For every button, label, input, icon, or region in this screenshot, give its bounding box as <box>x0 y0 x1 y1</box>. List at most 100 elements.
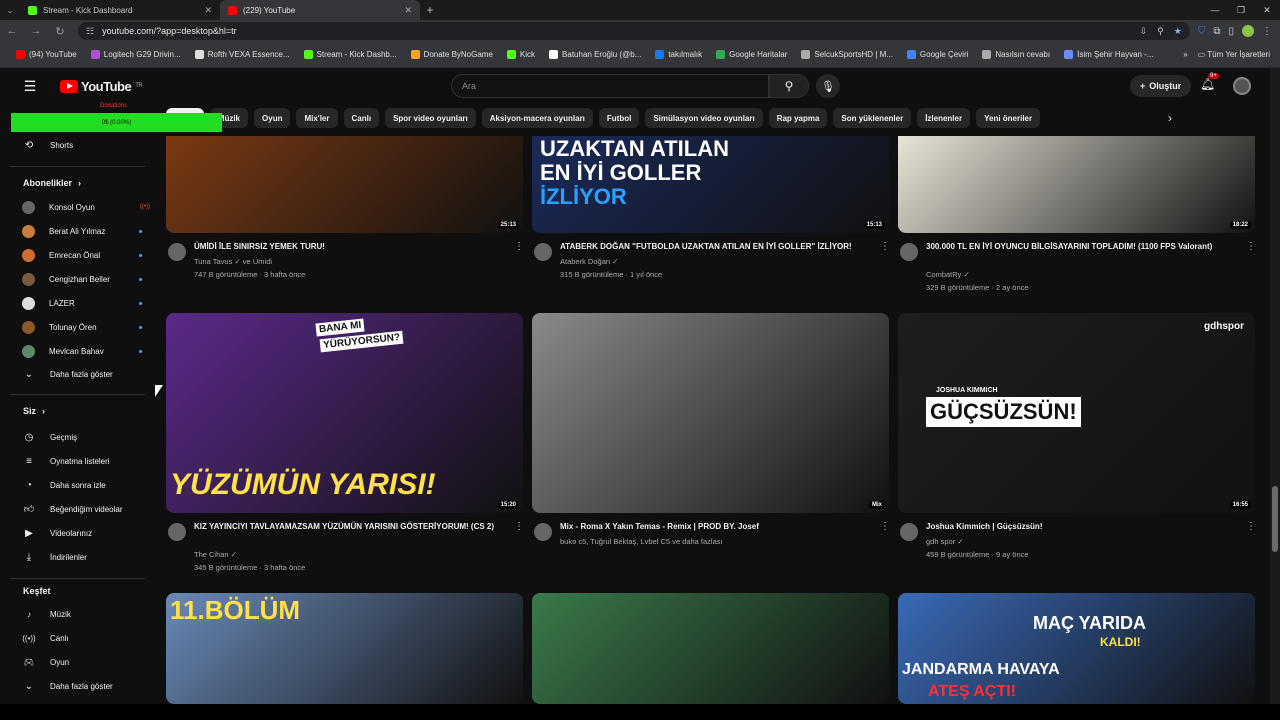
youtube-logo[interactable]: YouTube TR <box>60 79 143 94</box>
all-bookmarks-button[interactable]: ▭ Tüm Yer İşaretleri <box>1198 50 1270 59</box>
sidebar-item-explore[interactable]: ♪ Müzik <box>22 607 142 621</box>
bookmark-item[interactable]: (94) YouTube <box>16 50 77 59</box>
channel-avatar[interactable] <box>900 523 918 541</box>
filter-chip[interactable]: Spor video oyunları <box>385 108 476 128</box>
site-info-icon[interactable]: ☷ <box>86 26 94 37</box>
video-more-options-icon[interactable]: ⋮ <box>880 521 890 532</box>
subscriptions-heading[interactable]: Abonelikler › <box>23 178 81 188</box>
sidebar-item-shorts[interactable]: ⟲ Shorts <box>22 138 142 152</box>
bookmark-item[interactable]: Donate ByNoGame <box>410 50 493 59</box>
create-button[interactable]: + Oluştur <box>1130 75 1192 97</box>
sidebar-subscription-item[interactable]: Cengizhan Beller <box>22 272 142 286</box>
microphone-icon[interactable]: 🎙︎ <box>816 74 840 98</box>
show-more-subscriptions[interactable]: ⌄ Daha fazla göster <box>22 367 142 381</box>
bookmark-item[interactable]: Google Haritalar <box>716 50 787 59</box>
channel-name[interactable]: Ataberk Doğan ✓ <box>560 255 870 268</box>
video-thumbnail[interactable]: Mix <box>532 313 889 513</box>
zoom-icon[interactable]: ⚲ <box>1157 26 1164 37</box>
sidebar-subscription-item[interactable]: Tolunay Ören <box>22 320 142 334</box>
filter-chip[interactable]: Oyun <box>254 108 291 128</box>
video-title[interactable]: ÜMİDİ İLE SINIRSIZ YEMEK TURU! <box>194 241 504 253</box>
bookmark-item[interactable]: Kick <box>506 50 535 59</box>
video-title[interactable]: KIZ YAYINCIYI TAVLAYAMAZSAM YÜZÜMÜN YARI… <box>194 521 504 533</box>
filter-chip[interactable]: Futbol <box>598 108 640 128</box>
filter-chip[interactable]: Mix'ler <box>296 108 338 128</box>
filter-chip[interactable]: Aksiyon-macera oyunları <box>481 108 593 128</box>
menu-kebab-icon[interactable]: ⋮ <box>1262 26 1272 37</box>
filter-chip[interactable]: Son yüklenenler <box>833 108 912 128</box>
channel-name[interactable]: The Cihan ✓ <box>194 548 504 561</box>
page-scrollbar[interactable] <box>1270 68 1280 704</box>
sidebar-subscription-item[interactable]: Berat Ali Yılmaz <box>22 224 142 238</box>
sidebar-item-you[interactable]: ◔ Daha sonra izle <box>22 478 142 492</box>
video-more-options-icon[interactable]: ⋮ <box>880 241 890 252</box>
hamburger-menu-icon[interactable]: ☰ <box>0 78 60 95</box>
you-heading[interactable]: Siz › <box>23 406 45 416</box>
sidebar-item-you[interactable]: ⤓ İndirilenler <box>22 550 142 564</box>
sidebar-item-you[interactable]: 👍︎ Beğendiğim videolar <box>22 502 142 516</box>
close-tab-icon[interactable]: ✕ <box>204 5 212 16</box>
back-icon[interactable]: ← <box>0 25 24 37</box>
video-thumbnail[interactable]: 25:13 <box>166 136 523 233</box>
sidebar-item-you[interactable]: ◷ Geçmiş <box>22 430 142 444</box>
bookmark-item[interactable]: Batuhan Eroğlu (@b... <box>549 50 641 59</box>
filter-chip[interactable]: Simülasyon video oyunları <box>645 108 763 128</box>
browser-tab-youtube[interactable]: (229) YouTube ✕ <box>220 0 420 20</box>
notifications-bell-icon[interactable]: 🔔︎ 9+ <box>1200 73 1219 91</box>
url-field[interactable]: ☷ youtube.com/?app=desktop&hl=tr ⇩ ⚲ ★ <box>78 22 1190 40</box>
forward-icon[interactable]: → <box>24 25 48 37</box>
channel-avatar[interactable] <box>900 243 918 261</box>
video-title[interactable]: Mix - Roma X Yakın Temas - Remix | PROD … <box>560 521 870 533</box>
new-tab-button[interactable]: + <box>420 0 440 20</box>
channel-avatar[interactable] <box>534 523 552 541</box>
sidepanel-icon[interactable]: ▯ <box>1228 26 1234 37</box>
channel-name[interactable]: buko c5, Tuğrul Bektaş, Lvbel C5 ve daha… <box>560 535 870 548</box>
bookmark-star-icon[interactable]: ★ <box>1174 26 1182 37</box>
extension-shield-icon[interactable]: ⛉ <box>1198 26 1206 37</box>
bookmark-item[interactable]: SelcukSportsHD | M... <box>801 50 893 59</box>
sidebar-subscription-item[interactable]: Konsol Oyun ((•)) <box>22 200 150 214</box>
sidebar-subscription-item[interactable]: Mevlcan Bahav <box>22 344 142 358</box>
filter-chip[interactable]: Yeni öneriler <box>976 108 1041 128</box>
bookmark-item[interactable]: Stream - Kick Dashb... <box>303 50 397 59</box>
sidebar-subscription-item[interactable]: LAZER <box>22 296 142 310</box>
extensions-icon[interactable]: ⧉ <box>1213 26 1220 37</box>
channel-avatar[interactable] <box>168 243 186 261</box>
video-thumbnail[interactable] <box>532 593 889 704</box>
video-title[interactable]: Joshua Kimmich | Güçsüzsün! <box>926 521 1236 533</box>
tab-search-button[interactable]: ⌄ <box>0 0 20 20</box>
bookmark-item[interactable]: İsim Şehir Hayvan -... <box>1064 50 1154 59</box>
channel-name[interactable]: Tuna Tavus ✓ ve Ümidi <box>194 255 504 268</box>
channel-avatar[interactable] <box>534 243 552 261</box>
sidebar-item-you[interactable]: ▶ Videolarınız <box>22 526 142 540</box>
profile-avatar[interactable] <box>1242 25 1254 37</box>
channel-name[interactable]: gdh spor ✓ <box>926 535 1236 548</box>
reload-icon[interactable]: ↻ <box>48 25 72 38</box>
bookmarks-overflow-button[interactable]: » <box>1183 50 1187 59</box>
filter-chip[interactable]: Canlı <box>343 108 380 128</box>
channel-avatar[interactable] <box>168 523 186 541</box>
video-thumbnail[interactable]: 11.BÖLÜM <box>166 593 523 704</box>
bookmark-item[interactable]: takılmalık <box>655 50 702 59</box>
video-thumbnail[interactable]: BANA MI YÜRÜYORSUN? YÜZÜMÜN YARISI! 15:20 <box>166 313 523 513</box>
sidebar-item-explore[interactable]: ((•)) Canlı <box>22 631 142 645</box>
sidebar-item-you[interactable]: ≡ Oynatma listeleri <box>22 454 142 468</box>
video-title[interactable]: 300.000 TL EN İYİ OYUNCU BİLGİSAYARINI T… <box>926 241 1236 253</box>
video-title[interactable]: ATABERK DOĞAN "FUTBOLDA UZAKTAN ATILAN E… <box>560 241 870 253</box>
account-avatar[interactable] <box>1233 77 1251 95</box>
search-icon[interactable]: ⚲ <box>769 74 809 98</box>
bookmark-item[interactable]: Logitech G29 Drivin... <box>90 50 181 59</box>
video-thumbnail[interactable]: 18:22 <box>898 136 1255 233</box>
sidebar-subscription-item[interactable]: Emrecan Önal <box>22 248 142 262</box>
filter-chip[interactable]: İzlenenler <box>917 108 971 128</box>
minimize-icon[interactable]: — <box>1202 0 1228 20</box>
close-tab-icon[interactable]: ✕ <box>404 5 412 16</box>
bookmark-item[interactable]: Rofth VEXA Essence... <box>194 50 290 59</box>
scrollbar-thumb[interactable] <box>1272 486 1278 552</box>
video-thumbnail[interactable]: UZAKTAN ATILAN EN İYİ GOLLER İZLİYOR 15:13 <box>532 136 889 233</box>
search-input[interactable]: Ara <box>451 74 769 98</box>
chevron-right-icon[interactable]: › <box>1160 108 1180 128</box>
filter-chip[interactable]: Rap yapma <box>768 108 828 128</box>
install-icon[interactable]: ⇩ <box>1140 26 1148 37</box>
show-more-explore[interactable]: ⌄ Daha fazla göster <box>22 679 142 693</box>
